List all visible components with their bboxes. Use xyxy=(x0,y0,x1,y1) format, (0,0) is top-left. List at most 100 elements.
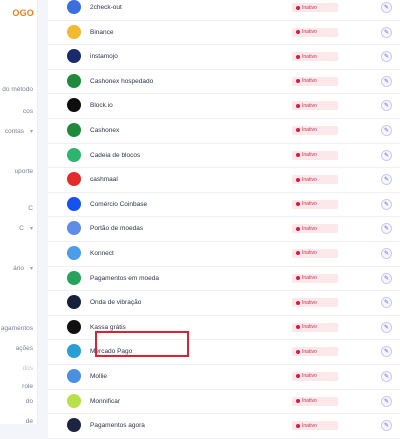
gateway-name: Binance xyxy=(90,28,114,36)
table-row: instamojo Inativo ✎ xyxy=(48,45,400,70)
sidebar-item[interactable]: do xyxy=(26,398,33,405)
gateway-logo xyxy=(67,98,81,113)
gateway-name: Monnificar xyxy=(90,397,120,405)
status-badge: Inativo xyxy=(292,224,338,234)
sidebar-item-label: uporte xyxy=(14,168,33,175)
chevron-down-icon: ▾ xyxy=(29,266,33,272)
edit-icon[interactable]: ✎ xyxy=(381,75,392,87)
table-row: Monnificar Inativo ✎ xyxy=(48,390,400,415)
table-row: Portão de moedas Inativo ✎ xyxy=(48,217,400,242)
edit-icon[interactable]: ✎ xyxy=(381,395,392,407)
status-dot-icon xyxy=(296,202,300,207)
status-badge: Inativo xyxy=(292,76,338,86)
table-row: Block.io Inativo ✎ xyxy=(48,94,400,119)
sidebar-item[interactable]: agamentos xyxy=(1,325,33,332)
status-label: Inativo xyxy=(302,422,317,429)
status-dot-icon xyxy=(296,54,300,59)
main-content: 2check-out Inativo ✎ Binance Inativo ✎ instamo… xyxy=(37,0,400,439)
gateway-logo xyxy=(67,122,81,137)
sidebar-item-label: dos xyxy=(22,365,33,372)
gateway-name: 2check-out xyxy=(90,4,122,11)
status-dot-icon xyxy=(296,103,300,108)
sidebar-item[interactable]: dos xyxy=(23,365,33,372)
status-label: Inativo xyxy=(302,348,317,355)
gateway-logo xyxy=(67,221,81,236)
edit-icon[interactable]: ✎ xyxy=(381,247,392,259)
chevron-down-icon: ▾ xyxy=(29,226,33,232)
status-label: Inativo xyxy=(302,299,317,306)
status-label: Inativo xyxy=(302,250,317,257)
sidebar-item[interactable]: do método xyxy=(2,86,33,93)
status-dot-icon xyxy=(296,30,300,35)
sidebar-item[interactable]: ações xyxy=(16,345,33,352)
status-badge: Inativo xyxy=(292,27,338,37)
status-badge: Inativo xyxy=(292,101,338,111)
status-label: Inativo xyxy=(302,324,317,331)
status-label: Inativo xyxy=(302,78,317,85)
gateway-name: Mollie xyxy=(90,372,107,380)
gateway-logo xyxy=(67,0,81,14)
gateway-logo xyxy=(67,49,81,64)
edit-icon[interactable]: ✎ xyxy=(381,2,392,13)
gateway-name: Cadeia de blocos xyxy=(90,151,141,159)
status-label: Inativo xyxy=(302,201,317,208)
status-label: Inativo xyxy=(302,4,317,11)
status-badge: Inativo xyxy=(292,371,338,381)
sidebar-item[interactable]: C ▾ xyxy=(19,225,33,232)
table-row: Pagamentos agora Inativo ✎ xyxy=(48,414,400,439)
sidebar-item[interactable]: C xyxy=(28,205,33,212)
status-label: Inativo xyxy=(302,398,317,404)
sidebar-item[interactable]: contas ▾ xyxy=(5,128,33,135)
edit-icon[interactable]: ✎ xyxy=(381,297,392,309)
edit-icon[interactable]: ✎ xyxy=(381,198,392,210)
status-label: Inativo xyxy=(302,176,317,183)
gateway-logo xyxy=(67,393,81,408)
gateway-logo xyxy=(67,319,81,334)
gateway-name: Comércio Coinbase xyxy=(90,200,148,208)
edit-icon[interactable]: ✎ xyxy=(381,124,392,136)
status-label: Inativo xyxy=(302,127,317,134)
gateway-name: Onda de vibração xyxy=(90,299,142,307)
table-row: Cashonex Inativo ✎ xyxy=(48,119,400,144)
sidebar-item[interactable]: ário ▾ xyxy=(13,265,33,272)
status-dot-icon xyxy=(296,349,300,354)
gateway-logo xyxy=(67,73,81,88)
sidebar-item[interactable]: de xyxy=(26,418,33,424)
sidebar-item[interactable]: role xyxy=(22,383,33,390)
edit-icon[interactable]: ✎ xyxy=(381,174,392,186)
status-badge: Inativo xyxy=(292,150,338,160)
sidebar-item-label: de xyxy=(25,418,33,424)
gateway-logo xyxy=(67,24,81,39)
gateway-logo xyxy=(67,147,81,162)
gateway-name: Cashonex xyxy=(90,126,120,134)
edit-icon[interactable]: ✎ xyxy=(381,370,392,382)
gateway-logo xyxy=(67,295,81,310)
sidebar-item-label: agamentos xyxy=(0,325,33,332)
edit-icon[interactable]: ✎ xyxy=(381,321,392,333)
edit-icon[interactable]: ✎ xyxy=(381,346,392,358)
gateway-logo xyxy=(67,245,81,260)
status-dot-icon xyxy=(296,325,300,330)
sidebar-item[interactable]: cos xyxy=(23,108,33,115)
edit-icon[interactable]: ✎ xyxy=(381,100,392,112)
gateway-logo xyxy=(67,368,81,383)
status-label: Inativo xyxy=(302,152,317,159)
table-row: Mollie Inativo ✎ xyxy=(48,365,400,390)
edit-icon[interactable]: ✎ xyxy=(381,420,392,432)
sidebar-item[interactable]: uporte xyxy=(15,168,33,175)
gateway-name: Pagamentos agora xyxy=(90,422,145,430)
edit-icon[interactable]: ✎ xyxy=(381,223,392,235)
edit-icon[interactable]: ✎ xyxy=(381,149,392,161)
sidebar-item-label: ário xyxy=(13,265,24,272)
edit-icon[interactable]: ✎ xyxy=(381,26,392,38)
status-label: Inativo xyxy=(302,373,317,380)
edit-icon[interactable]: ✎ xyxy=(381,272,392,284)
edit-icon[interactable]: ✎ xyxy=(381,51,392,63)
status-label: Inativo xyxy=(302,225,317,232)
payment-gateway-table: 2check-out Inativo ✎ Binance Inativo ✎ instamo… xyxy=(48,0,400,439)
status-dot-icon xyxy=(296,251,300,256)
table-row: cashmaal Inativo ✎ xyxy=(48,168,400,193)
gateway-logo xyxy=(67,172,81,187)
sidebar-item-label: role xyxy=(22,383,33,390)
gateway-name: Block.io xyxy=(90,102,113,110)
